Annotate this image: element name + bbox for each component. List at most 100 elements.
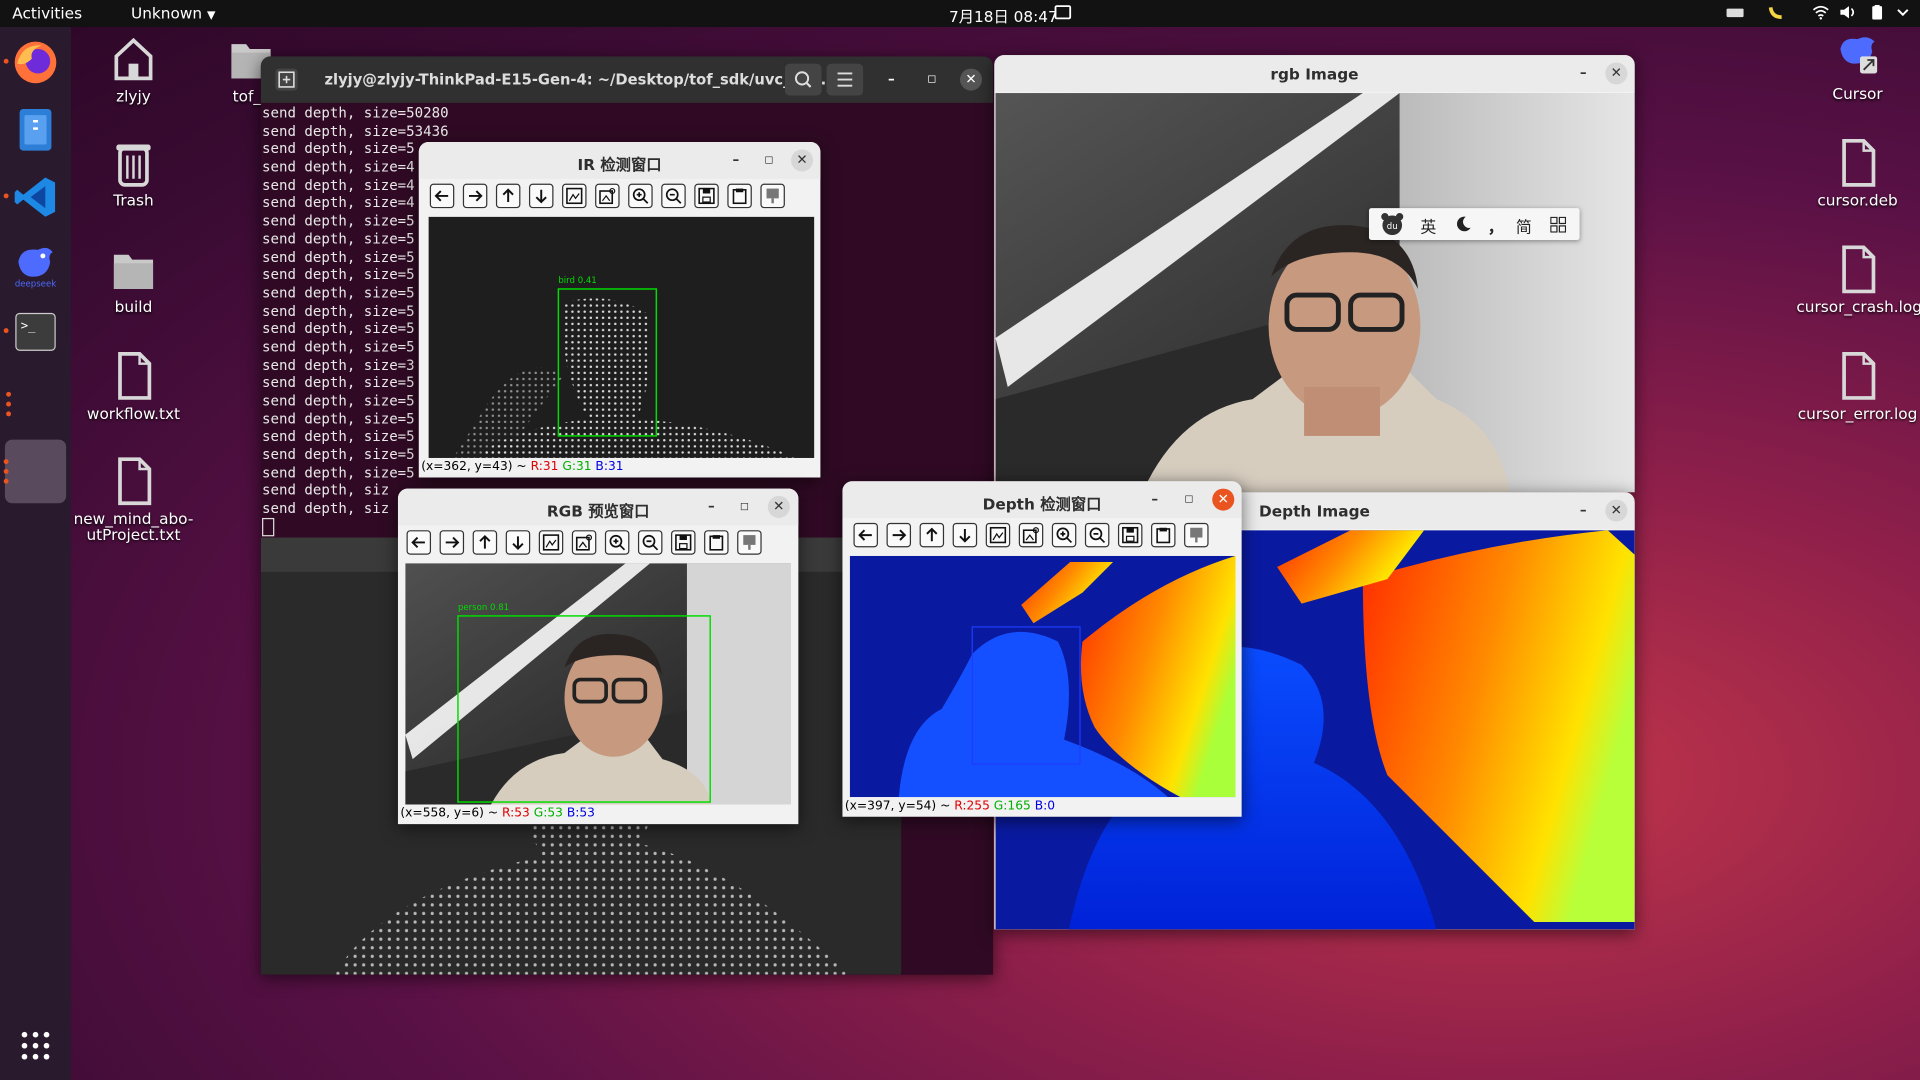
zoom-100-button[interactable] xyxy=(595,183,620,209)
pan-right-button[interactable] xyxy=(439,530,465,555)
volume-icon[interactable] xyxy=(1839,5,1856,20)
close-icon[interactable]: ✕ xyxy=(960,68,983,91)
desktop-cursor-error[interactable]: cursor_error.log xyxy=(1796,351,1918,421)
zoom-100-button[interactable] xyxy=(1018,522,1044,548)
minimize-icon[interactable]: – xyxy=(880,69,902,91)
copy-button[interactable] xyxy=(704,530,729,555)
notification-icon[interactable] xyxy=(1054,5,1072,20)
pan-up-button[interactable] xyxy=(919,522,945,548)
properties-button[interactable] xyxy=(737,530,762,555)
save-button[interactable] xyxy=(694,183,719,209)
desktop-cursor-crash[interactable]: cursor_crash.log xyxy=(1796,245,1920,315)
dock-firefox[interactable] xyxy=(7,34,63,90)
new-tab-icon[interactable] xyxy=(274,67,298,91)
status-bar: (x=362, y=43) ~ R:31 G:31 B:31 xyxy=(421,460,623,477)
keyboard-icon[interactable] xyxy=(1726,5,1744,20)
power-menu-icon[interactable] xyxy=(1894,5,1911,20)
ime-logo-icon[interactable]: du xyxy=(1380,213,1404,236)
activities-button[interactable]: Activities xyxy=(12,4,82,22)
close-icon[interactable]: ✕ xyxy=(1605,499,1628,522)
pan-up-button[interactable] xyxy=(495,183,521,209)
dock-active-app[interactable] xyxy=(3,439,67,504)
pan-right-button[interactable] xyxy=(462,183,488,209)
rgb-preview-window[interactable]: RGB 预览窗口 – ◻ ✕ person 0.81 (x=558, y=6) … xyxy=(397,488,799,825)
dock-vscode[interactable] xyxy=(7,169,63,225)
depth-detect-window[interactable]: Depth 检测窗口 – ◻ ✕ (x=397, y=54) ~ R:255 G… xyxy=(842,481,1242,817)
grid-menu-icon[interactable] xyxy=(1550,216,1567,233)
rgb-preview-titlebar[interactable]: RGB 预览窗口 – ◻ ✕ xyxy=(397,488,799,526)
pan-left-button[interactable] xyxy=(406,530,432,555)
battery-icon[interactable] xyxy=(1869,4,1886,20)
maximize-icon[interactable]: ◻ xyxy=(758,149,780,171)
zoom-out-button[interactable] xyxy=(1084,522,1110,548)
ime-language-toggle[interactable]: 英 xyxy=(1420,214,1436,237)
dock-app-dots[interactable] xyxy=(2,376,14,432)
properties-button[interactable] xyxy=(1184,522,1209,548)
terminal-titlebar[interactable]: zlyjy@zlyjy-ThinkPad-E15-Gen-4: ~/Deskto… xyxy=(260,56,994,103)
ime-toolbar[interactable]: du 英 ， 简 xyxy=(1368,208,1580,240)
wifi-icon[interactable] xyxy=(1812,5,1829,20)
save-button[interactable] xyxy=(1117,522,1143,548)
chevron-down-icon: ▼ xyxy=(206,9,216,23)
maximize-icon[interactable]: ◻ xyxy=(1178,489,1200,511)
pan-right-button[interactable] xyxy=(886,522,912,548)
copy-button[interactable] xyxy=(727,183,752,209)
minimize-icon[interactable]: – xyxy=(1144,489,1166,511)
zoom-fit-button[interactable] xyxy=(562,183,587,209)
hamburger-menu-icon[interactable] xyxy=(826,63,864,96)
depth-detect-titlebar[interactable]: Depth 检测窗口 – ◻ ✕ xyxy=(842,481,1242,518)
rgb-image-titlebar[interactable]: rgb Image – ✕ xyxy=(994,55,1635,92)
dock-terminal[interactable]: >_ xyxy=(7,304,63,360)
save-button[interactable] xyxy=(671,530,696,555)
zoom-out-button[interactable] xyxy=(637,530,663,555)
show-apps-button[interactable] xyxy=(7,1018,63,1074)
maximize-icon[interactable]: ◻ xyxy=(921,69,943,91)
pan-left-button[interactable] xyxy=(429,183,455,209)
ir-detect-window[interactable]: IR 检测窗口 – ◻ ✕ bird 0.41 (x=362, y=43) ~ … xyxy=(418,142,821,478)
desktop-cursor-deb[interactable]: cursor.deb xyxy=(1796,138,1918,208)
desktop-workflow[interactable]: workflow.txt xyxy=(72,351,194,421)
zoom-in-icon xyxy=(609,534,626,551)
desktop-label: Trash xyxy=(113,191,154,210)
zoom-out-button[interactable] xyxy=(661,183,686,209)
pan-down-button[interactable] xyxy=(952,522,978,548)
pan-left-button[interactable] xyxy=(853,522,878,548)
zoom-100-button[interactable] xyxy=(571,530,597,555)
search-icon[interactable] xyxy=(784,63,822,96)
close-icon[interactable]: ✕ xyxy=(767,495,790,518)
minimize-icon[interactable]: – xyxy=(1572,500,1594,522)
desktop-trash[interactable]: Trash xyxy=(72,138,194,208)
minimize-icon[interactable]: – xyxy=(1572,62,1594,84)
desktop-build[interactable]: build xyxy=(72,245,194,315)
banana-icon[interactable] xyxy=(1767,5,1784,20)
ime-mode-toggle[interactable]: 简 xyxy=(1516,214,1532,237)
ir-detect-titlebar[interactable]: IR 检测窗口 – ◻ ✕ xyxy=(418,142,821,179)
zoom-in-button[interactable] xyxy=(1051,522,1077,548)
app-menu[interactable]: Unknown ▼ xyxy=(131,4,215,22)
pan-down-button[interactable] xyxy=(505,530,531,555)
minimize-icon[interactable]: – xyxy=(700,496,722,518)
zoom-in-button[interactable] xyxy=(628,183,653,209)
desktop-new-mind[interactable]: new_mind_abo-utProject.txt xyxy=(72,457,194,542)
close-icon[interactable]: ✕ xyxy=(791,149,814,172)
dock-deepseek[interactable]: deepseek xyxy=(7,236,63,292)
clock[interactable]: 7月18日 08:47 xyxy=(949,4,1058,27)
copy-button[interactable] xyxy=(1151,522,1176,548)
pan-down-button[interactable] xyxy=(528,183,554,209)
ime-punctuation-toggle[interactable]: ， xyxy=(1488,214,1504,237)
close-icon[interactable]: ✕ xyxy=(1605,62,1628,85)
properties-button[interactable] xyxy=(760,183,785,209)
pan-up-button[interactable] xyxy=(472,530,498,555)
zoom-fit-button[interactable] xyxy=(985,522,1011,548)
desktop-cursor[interactable]: Cursor xyxy=(1796,32,1918,102)
maximize-icon[interactable]: ◻ xyxy=(733,496,755,518)
zoom-fit-button[interactable] xyxy=(538,530,564,555)
desktop-home[interactable]: zlyjy xyxy=(72,34,194,104)
detection-label: person 0.81 xyxy=(458,603,509,613)
dock-files[interactable] xyxy=(7,102,63,158)
moon-icon[interactable] xyxy=(1455,216,1472,233)
close-icon[interactable]: ✕ xyxy=(1212,488,1235,511)
minimize-icon[interactable]: – xyxy=(725,149,747,171)
rgb-image-window[interactable]: rgb Image – ✕ xyxy=(994,55,1635,493)
zoom-in-button[interactable] xyxy=(604,530,630,555)
